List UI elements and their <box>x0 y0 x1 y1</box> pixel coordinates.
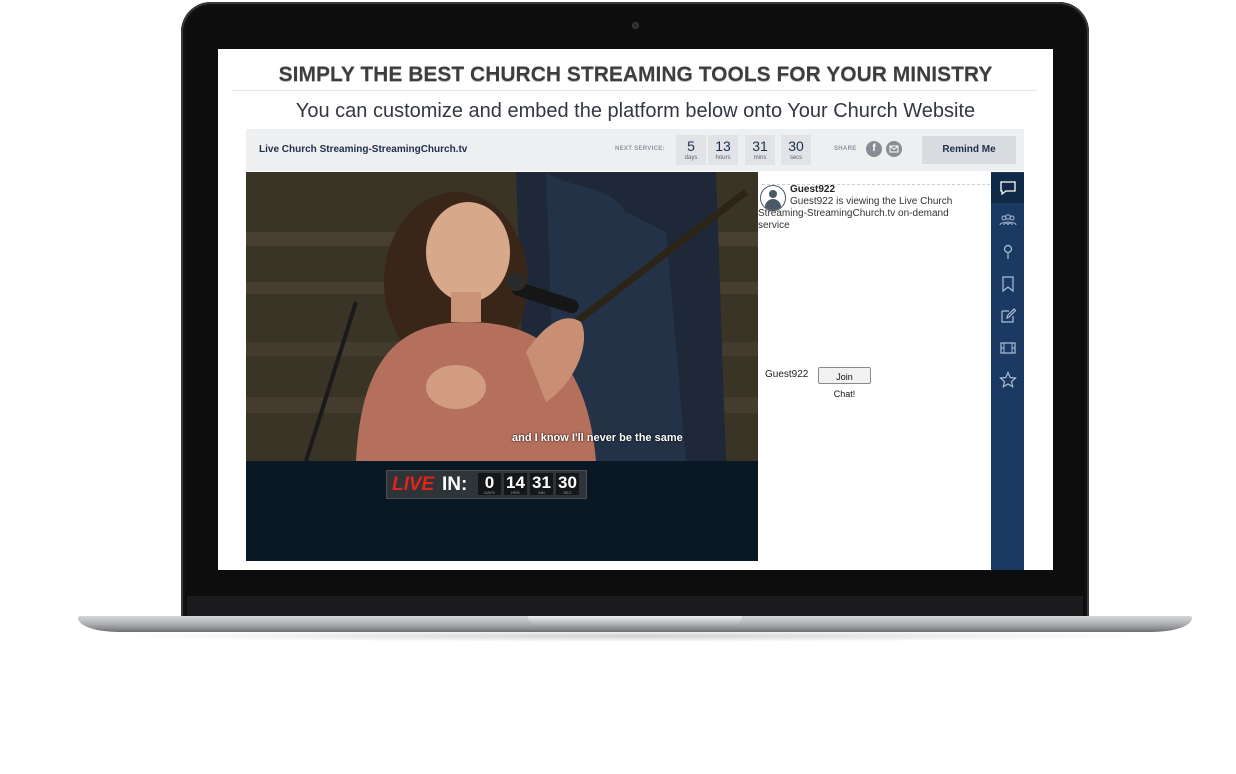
next-service-label: NEXT SERVICE: <box>615 146 665 152</box>
countdown-days: 5 days <box>676 135 706 165</box>
countdown-hours: 13 hours <box>708 135 738 165</box>
live-countdown-unit: HRS <box>511 490 520 495</box>
live-countdown-unit: SEC <box>563 490 572 495</box>
live-countdown-days: 0 DAYS <box>478 473 501 495</box>
countdown-unit: secs <box>789 155 803 161</box>
video-player[interactable]: and I know I'll never be the same <box>246 172 758 461</box>
star-icon[interactable] <box>991 365 1024 395</box>
guest-name: Guest922 <box>765 369 809 380</box>
site-title[interactable]: Live Church Streaming-StreamingChurch.tv <box>259 144 467 155</box>
in-word: IN: <box>442 474 468 495</box>
countdown-value: 5 <box>687 138 695 154</box>
join-chat-button[interactable]: Join Chat! <box>818 367 871 399</box>
live-countdown-bar: LIVE IN: 0 DAYS 14 HRS 31 MN 30 SEC <box>246 461 758 561</box>
live-countdown-secs: 30 SEC <box>556 473 579 495</box>
live-countdown-unit: DAYS <box>484 490 495 495</box>
pin-icon[interactable] <box>991 237 1024 267</box>
email-icon[interactable] <box>886 141 902 157</box>
live-countdown-unit: MN <box>538 490 545 495</box>
chat-icon[interactable] <box>991 173 1024 203</box>
chat-message-user: Guest922 <box>790 184 836 195</box>
countdown-mins: 31 mins <box>745 135 775 165</box>
chat-panel: Guest922 Guest922 is viewing the Live Ch… <box>758 172 991 570</box>
people-glyph <box>999 214 1016 226</box>
bookmark-glyph <box>1001 276 1014 293</box>
laptop-notch <box>528 616 742 625</box>
laptop-hinge <box>187 596 1083 618</box>
countdown-secs: 30 secs <box>781 135 811 165</box>
film-icon[interactable] <box>991 333 1024 363</box>
page-subheadline: You can customize and embed the platform… <box>295 100 976 122</box>
headline-divider <box>232 90 1037 91</box>
remind-me-button[interactable]: Remind Me <box>922 136 1016 164</box>
pin-glyph <box>1003 244 1012 259</box>
bookmark-icon[interactable] <box>991 269 1024 299</box>
edit-glyph <box>1000 308 1016 323</box>
chat-message-text: Guest922 is viewing the Live Church Stre… <box>758 196 953 231</box>
star-glyph <box>998 371 1017 389</box>
chat-glyph <box>999 181 1016 196</box>
envelope-glyph <box>889 145 899 153</box>
live-countdown-mins: 31 MN <box>530 473 553 495</box>
live-word: LIVE <box>392 474 435 495</box>
edit-icon[interactable] <box>991 301 1024 331</box>
video-frame-illustration <box>246 172 758 461</box>
camera-dot <box>632 22 639 29</box>
share-label: SHARE <box>834 146 857 152</box>
player-header: Live Church Streaming-StreamingChurch.tv… <box>246 129 1024 171</box>
countdown-unit: days <box>684 155 698 161</box>
page-headline: SIMPLY THE BEST CHURCH STREAMING TOOLS F… <box>278 63 993 86</box>
countdown-value: 31 <box>752 138 768 154</box>
countdown-value: 30 <box>788 138 804 154</box>
facebook-icon[interactable]: f <box>866 141 882 157</box>
countdown-unit: mins <box>753 155 767 161</box>
film-glyph <box>999 342 1016 354</box>
live-countdown-hours: 14 HRS <box>504 473 527 495</box>
video-caption: and I know I'll never be the same <box>512 432 683 444</box>
laptop-screen: SIMPLY THE BEST CHURCH STREAMING TOOLS F… <box>218 49 1053 570</box>
people-icon[interactable] <box>991 205 1024 235</box>
side-icon-rail <box>991 172 1024 570</box>
countdown-unit: hours <box>715 155 731 161</box>
countdown-value: 13 <box>715 138 731 154</box>
live-counter: LIVE IN: 0 DAYS 14 HRS 31 MN 30 SEC <box>386 470 587 499</box>
